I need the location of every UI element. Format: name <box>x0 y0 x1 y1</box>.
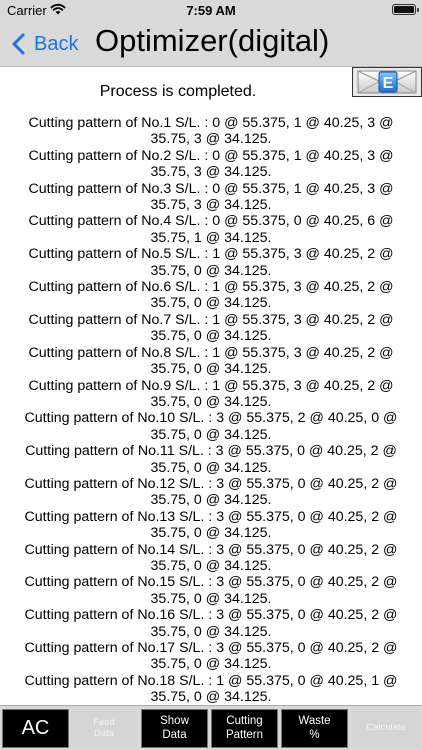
waste-label-line1: Waste <box>298 715 331 728</box>
cutting-pattern-line1: Cutting pattern of No.2 S/L. : 0 @ 55.37… <box>28 147 394 164</box>
cutting-pattern-item: Cutting pattern of No.1 S/L. : 0 @ 55.37… <box>0 115 422 148</box>
ac-label: AC <box>21 717 50 739</box>
cutting-pattern-line1: Cutting pattern of No.9 S/L. : 1 @ 55.37… <box>28 377 394 394</box>
cutting-pattern-line1: Cutting pattern of No.11 S/L. : 3 @ 55.3… <box>25 443 397 460</box>
cutting-pattern-line1: Cutting pattern of No.13 S/L. : 3 @ 55.3… <box>24 508 398 525</box>
cutting-pattern-item: Cutting pattern of No.11 S/L. : 3 @ 55.3… <box>0 443 422 476</box>
cutting-pattern-line2: 35.75, 0 @ 34.125. <box>150 262 272 279</box>
cutting-pattern-line1: Cutting pattern of No.4 S/L. : 0 @ 55.37… <box>28 213 394 230</box>
cutting-pattern-line2: 35.75, 0 @ 34.125. <box>150 656 272 673</box>
cutting-pattern-line2: 35.75, 0 @ 34.125. <box>150 393 272 410</box>
show-data-label-line1: Show <box>160 715 189 728</box>
cutting-pattern-line1: Cutting pattern of No.6 S/L. : 1 @ 55.37… <box>28 279 394 296</box>
status-bar: Carrier 7:59 AM <box>0 0 422 20</box>
cutting-pattern-button[interactable]: Cutting Pattern <box>211 709 278 748</box>
navigation-bar: Back Optimizer(digital) <box>0 20 422 67</box>
cutting-pattern-line1: Cutting pattern of No.14 S/L. : 3 @ 55.3… <box>24 541 398 558</box>
cutting-pattern-line1: Cutting pattern of No.8 S/L. : 1 @ 55.37… <box>28 344 394 361</box>
cutting-pattern-line2: 35.75, 1 @ 34.125. <box>150 229 272 246</box>
cutting-pattern-line1: Cutting pattern of No.16 S/L. : 3 @ 55.3… <box>24 607 398 624</box>
cutting-pattern-item: Cutting pattern of No.7 S/L. : 1 @ 55.37… <box>0 312 422 345</box>
cutting-pattern-item: Cutting pattern of No.15 S/L. : 3 @ 55.3… <box>0 574 422 607</box>
cutting-pattern-line2: 35.75, 0 @ 34.125. <box>150 361 272 378</box>
back-label: Back <box>34 32 79 55</box>
cutting-pattern-item: Cutting pattern of No.13 S/L. : 3 @ 55.3… <box>0 509 422 542</box>
ac-button[interactable]: AC <box>2 709 69 748</box>
results-view[interactable]: E Process is completed. Cutting pattern … <box>0 67 422 705</box>
cutting-pattern-line2: 35.75, 0 @ 34.125. <box>150 328 272 345</box>
cutting-pattern-item: Cutting pattern of No.5 S/L. : 1 @ 55.37… <box>0 246 422 279</box>
svg-text:E: E <box>383 75 394 92</box>
chevron-left-icon <box>12 33 25 55</box>
feed-data-button[interactable]: Feed Data <box>71 709 137 748</box>
battery-icon <box>392 4 419 15</box>
cutting-pattern-line2: 35.75, 0 @ 34.125. <box>150 295 272 312</box>
cutting-pattern-item: Cutting pattern of No.16 S/L. : 3 @ 55.3… <box>0 607 422 640</box>
cutting-pattern-line1: Cutting pattern of No.5 S/L. : 1 @ 55.37… <box>28 246 394 263</box>
show-data-label-line2: Data <box>162 728 187 741</box>
cutting-pattern-line2: 35.75, 0 @ 34.125. <box>150 459 272 476</box>
waste-label-line2: % <box>309 728 320 741</box>
cutting-pattern-item: Cutting pattern of No.2 S/L. : 0 @ 55.37… <box>0 148 422 181</box>
process-status-message: Process is completed. <box>99 83 257 100</box>
cutting-pattern-item: Cutting pattern of No.10 S/L. : 3 @ 55.3… <box>0 410 422 443</box>
back-button[interactable]: Back <box>10 30 78 58</box>
cutting-pattern-item: Cutting pattern of No.8 S/L. : 1 @ 55.37… <box>0 345 422 378</box>
show-data-button[interactable]: Show Data <box>141 709 208 748</box>
cutting-pattern-line2: 35.75, 3 @ 34.125. <box>150 164 272 181</box>
bottom-toolbar: AC Feed Data Show Data Cutting Pattern Wast… <box>0 705 422 750</box>
cutting-pattern-line2: 35.75, 0 @ 34.125. <box>150 557 272 574</box>
cutting-pattern-line2: 35.75, 3 @ 34.125. <box>150 131 272 148</box>
feed-data-label-line2: Data <box>93 727 115 739</box>
calculate-label: Calculate <box>366 722 406 734</box>
cutting-pattern-line1: Cutting pattern of No.1 S/L. : 0 @ 55.37… <box>28 115 394 131</box>
cutting-pattern-label-line2: Pattern <box>225 728 264 741</box>
cutting-pattern-line1: Cutting pattern of No.17 S/L. : 3 @ 55.3… <box>24 640 398 656</box>
cutting-pattern-line2: 35.75, 0 @ 34.125. <box>150 623 272 640</box>
status-time: 7:59 AM <box>186 3 236 18</box>
cutting-pattern-item: Cutting pattern of No.9 S/L. : 1 @ 55.37… <box>0 378 422 411</box>
cutting-pattern-line1: Cutting pattern of No.12 S/L. : 3 @ 55.3… <box>24 475 398 492</box>
cutting-pattern-line1: Cutting pattern of No.3 S/L. : 0 @ 55.37… <box>28 180 394 197</box>
cutting-pattern-item: Cutting pattern of No.12 S/L. : 3 @ 55.3… <box>0 476 422 509</box>
cutting-pattern-line2: 35.75, 0 @ 34.125. <box>150 525 272 542</box>
page-title: Optimizer(digital) <box>95 23 330 58</box>
cutting-pattern-line2: 35.75, 3 @ 34.125. <box>150 197 272 214</box>
cutting-pattern-label-line1: Cutting <box>226 715 263 728</box>
cutting-pattern-item: Cutting pattern of No.17 S/L. : 3 @ 55.3… <box>0 640 422 673</box>
cutting-pattern-line1: Cutting pattern of No.10 S/L. : 3 @ 55.3… <box>24 410 398 427</box>
cutting-pattern-item: Cutting pattern of No.3 S/L. : 0 @ 55.37… <box>0 181 422 214</box>
cutting-pattern-line2: 35.75, 0 @ 34.125. <box>150 492 272 509</box>
waste-percent-button[interactable]: Waste% <box>281 709 348 748</box>
cutting-pattern-line1: Cutting pattern of No.7 S/L. : 1 @ 55.37… <box>28 311 394 328</box>
cutting-pattern-line1: Cutting pattern of No.18 S/L. : 1 @ 55.3… <box>24 672 398 689</box>
calculate-button[interactable]: Calculate <box>352 709 420 748</box>
cutting-pattern-line2: 35.75, 0 @ 34.125. <box>150 590 272 607</box>
feed-data-label-line1: Feed <box>93 716 115 728</box>
cutting-pattern-line1: Cutting pattern of No.15 S/L. : 3 @ 55.3… <box>24 574 398 591</box>
cutting-pattern-item: Cutting pattern of No.4 S/L. : 0 @ 55.37… <box>0 213 422 246</box>
cutting-pattern-item: Cutting pattern of No.14 S/L. : 3 @ 55.3… <box>0 542 422 575</box>
cutting-pattern-line2: 35.75, 0 @ 34.125. <box>150 689 272 705</box>
mail-envelope-icon[interactable]: E <box>352 67 422 97</box>
cutting-pattern-item: Cutting pattern of No.6 S/L. : 1 @ 55.37… <box>0 279 422 312</box>
cutting-pattern-list: Cutting pattern of No.1 S/L. : 0 @ 55.37… <box>0 115 422 705</box>
cutting-pattern-line2: 35.75, 0 @ 34.125. <box>150 426 272 443</box>
cutting-pattern-item: Cutting pattern of No.18 S/L. : 1 @ 55.3… <box>0 673 422 705</box>
